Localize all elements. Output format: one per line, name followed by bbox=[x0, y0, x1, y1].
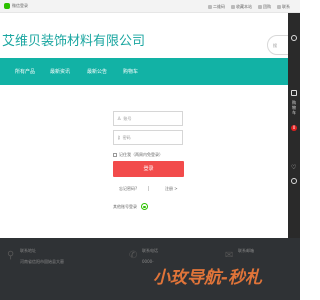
other-login-label: 其他账号登录 bbox=[113, 203, 137, 209]
account-field[interactable]: ♙ 账号 bbox=[113, 111, 183, 126]
remember-checkbox[interactable] bbox=[113, 153, 117, 157]
heart-icon[interactable]: ♡ bbox=[291, 165, 297, 171]
wechat-icon bbox=[4, 3, 10, 9]
sidebar-cart-label[interactable]: 购物车 bbox=[291, 100, 297, 115]
remember-label: 记住我（两周内免登录） bbox=[119, 152, 163, 157]
site-title[interactable]: 艾维贝装饰材料有限公司 bbox=[2, 30, 145, 49]
link-divider bbox=[148, 186, 149, 191]
contact-icon bbox=[277, 5, 281, 9]
top-link-group[interactable]: 团购 bbox=[258, 4, 271, 10]
qrcode-icon bbox=[208, 5, 212, 9]
location-pin-icon: ⚲ bbox=[7, 250, 15, 261]
top-links: 二维码 收藏本站 团购 联系 bbox=[208, 4, 290, 10]
main-nav: 所有产品 最新资讯 最新公告 购物车 bbox=[0, 58, 288, 85]
cart-count-badge: 0 bbox=[291, 125, 297, 131]
nav-item-products[interactable]: 所有产品 bbox=[15, 68, 35, 75]
wechat-login-label: 微信登录 bbox=[12, 3, 28, 8]
user-icon: ♙ bbox=[117, 115, 122, 122]
group-icon bbox=[258, 5, 262, 9]
other-login: 其他账号登录 bbox=[113, 203, 148, 210]
right-sidebar: 购物车 0 ♡ ▲ bbox=[288, 13, 300, 255]
footer-phone-title: 联系电话 bbox=[142, 248, 158, 253]
key-icon: ⚷ bbox=[117, 134, 121, 141]
wechat-login-link[interactable]: 微信登录 bbox=[4, 3, 28, 9]
nav-item-notice[interactable]: 最新公告 bbox=[87, 68, 107, 75]
top-link-favorite[interactable]: 收藏本站 bbox=[231, 4, 252, 10]
top-link-qrcode[interactable]: 二维码 bbox=[208, 4, 225, 10]
watermark-text: 小玫导航-秒札 bbox=[153, 268, 263, 288]
top-link-contact[interactable]: 联系 bbox=[277, 4, 290, 10]
footer-address-title: 联系地址 bbox=[20, 248, 36, 253]
nav-item-news[interactable]: 最新资讯 bbox=[50, 68, 70, 75]
user-icon[interactable] bbox=[291, 35, 297, 41]
footer-address-value: 河南省信阳市固始县大墓 bbox=[20, 259, 64, 264]
phone-icon: ✆ bbox=[129, 250, 138, 261]
cart-icon[interactable] bbox=[291, 90, 297, 96]
wechat-login-icon[interactable] bbox=[141, 203, 148, 210]
password-field[interactable]: ⚷ 密码 bbox=[113, 130, 183, 145]
register-link[interactable]: 注册 > bbox=[165, 186, 178, 192]
password-placeholder: 密码 bbox=[122, 134, 131, 140]
top-bar: 微信登录 二维码 收藏本站 团购 联系 bbox=[0, 0, 300, 13]
remember-me[interactable]: 记住我（两周内免登录） bbox=[113, 152, 163, 158]
login-button[interactable]: 登录 bbox=[113, 161, 184, 177]
page: 微信登录 二维码 收藏本站 团购 联系 艾维贝装饰材料有限公司 搜 所有产品 最… bbox=[0, 0, 300, 300]
footer-email-title: 联系邮箱 bbox=[238, 248, 254, 253]
footer-email: ✉ 联系邮箱 bbox=[225, 248, 254, 261]
clock-icon[interactable] bbox=[291, 178, 297, 184]
forgot-password-link[interactable]: 忘记密码? bbox=[119, 186, 137, 192]
footer-phone: ✆ 联系电话 0000- bbox=[129, 248, 158, 264]
account-placeholder: 账号 bbox=[123, 115, 132, 121]
nav-item-cart[interactable]: 购物车 bbox=[123, 68, 138, 75]
search-input[interactable]: 搜 bbox=[267, 35, 289, 55]
star-icon bbox=[231, 5, 235, 9]
mail-icon: ✉ bbox=[225, 250, 234, 261]
footer-address: ⚲ 联系地址 河南省信阳市固始县大墓 bbox=[7, 248, 64, 265]
